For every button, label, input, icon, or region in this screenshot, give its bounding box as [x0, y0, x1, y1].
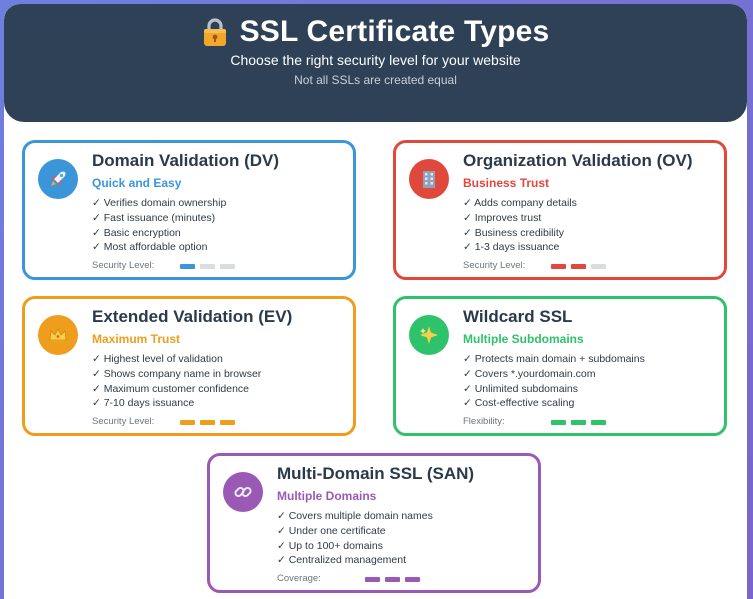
- feature-list: ✓ Covers multiple domain names ✓ Under o…: [277, 509, 433, 568]
- card-domain-validation: Domain Validation (DV) Quick and Easy ✓ …: [22, 140, 356, 280]
- feature-item: ✓ Up to 100+ domains: [277, 539, 383, 552]
- feature-item: ✓ Improves trust: [463, 211, 542, 224]
- meter-segment: [220, 263, 235, 269]
- feature-item: ✓ Protects main domain + subdomains: [463, 353, 645, 365]
- sparkle-icon: [409, 315, 449, 355]
- card-tagline: Quick and Easy: [92, 176, 182, 190]
- lock-icon: [202, 17, 228, 47]
- card-organization-validation: Organization Validation (OV) Business Tr…: [393, 140, 727, 280]
- feature-item: ✓ Cost-effective scaling: [463, 397, 575, 410]
- meter-segment: [200, 419, 215, 425]
- security-meter: Security Level:: [463, 260, 611, 272]
- page-title: SSL Certificate Types: [239, 15, 550, 48]
- card-title: Organization Validation (OV): [463, 151, 693, 170]
- page-frame: SSL Certificate Types Choose the right s…: [4, 4, 747, 599]
- feature-item: ✓ Under one certificate: [277, 524, 386, 537]
- office-building-icon: [409, 159, 449, 199]
- meter-label: Coverage:: [277, 573, 321, 584]
- meter-label: Security Level:: [92, 416, 155, 427]
- feature-list: ✓ Protects main domain + subdomains ✓ Co…: [463, 352, 645, 411]
- card-title: Extended Validation (EV): [92, 307, 293, 326]
- feature-item: ✓ Covers *.yourdomain.com: [463, 367, 596, 380]
- meter-segment: [180, 263, 195, 269]
- feature-item: ✓ Maximum customer confidence: [92, 382, 250, 395]
- meter-segment: [405, 576, 420, 582]
- page-tagline: Not all SSLs are created equal: [294, 73, 457, 87]
- feature-item: ✓ Fast issuance (minutes): [92, 211, 216, 224]
- flexibility-meter: Flexibility:: [463, 416, 611, 428]
- feature-list: ✓ Adds company details ✓ Improves trust …: [463, 196, 577, 255]
- title-row: SSL Certificate Types: [4, 12, 747, 52]
- feature-item: ✓ Shows company name in browser: [92, 367, 262, 380]
- feature-item: ✓ Centralized management: [277, 554, 407, 567]
- card-tagline: Multiple Subdomains: [463, 332, 584, 346]
- card-extended-validation: Extended Validation (EV) Maximum Trust ✓…: [22, 296, 356, 436]
- meter-segment: [200, 263, 215, 269]
- meter-segment: [180, 419, 195, 425]
- coverage-meter: Coverage:: [277, 573, 425, 585]
- card-tagline: Multiple Domains: [277, 489, 377, 503]
- header-banner: SSL Certificate Types Choose the right s…: [4, 4, 747, 122]
- feature-item: ✓ Basic encryption: [92, 226, 181, 239]
- feature-item: ✓ 7-10 days issuance: [92, 397, 195, 410]
- card-wildcard-ssl: Wildcard SSL Multiple Subdomains ✓ Prote…: [393, 296, 727, 436]
- card-title: Domain Validation (DV): [92, 151, 280, 170]
- meter-segment: [220, 419, 235, 425]
- rocket-icon: [38, 159, 78, 199]
- meter-label: Flexibility:: [463, 416, 505, 427]
- feature-item: ✓ Business credibility: [463, 226, 565, 239]
- crown-icon: [38, 315, 78, 355]
- meter-label: Security Level:: [92, 260, 155, 271]
- feature-item: ✓ Highest level of validation: [92, 353, 223, 365]
- security-meter: Security Level:: [92, 260, 240, 272]
- page-subtitle: Choose the right security level for your…: [230, 52, 521, 68]
- feature-item: ✓ Most affordable option: [92, 241, 208, 254]
- card-title: Multi-Domain SSL (SAN): [277, 464, 475, 483]
- card-tagline: Business Trust: [463, 176, 550, 190]
- meter-segment: [571, 419, 586, 425]
- feature-item: ✓ Verifies domain ownership: [92, 197, 227, 209]
- card-tagline: Maximum Trust: [92, 332, 181, 346]
- meter-segment: [571, 263, 586, 269]
- meter-segment: [591, 419, 606, 425]
- feature-item: ✓ Covers multiple domain names: [277, 510, 433, 522]
- meter-segment: [551, 263, 566, 269]
- feature-list: ✓ Highest level of validation ✓ Shows co…: [92, 352, 261, 411]
- link-icon: [223, 472, 263, 512]
- feature-list: ✓ Verifies domain ownership ✓ Fast issua…: [92, 196, 226, 255]
- meter-segment: [365, 576, 380, 582]
- feature-item: ✓ 1-3 days issuance: [463, 241, 560, 254]
- meter-segment: [551, 419, 566, 425]
- meter-label: Security Level:: [463, 260, 526, 271]
- meter-segment: [591, 263, 606, 269]
- feature-item: ✓ Adds company details: [463, 197, 577, 209]
- card-multi-domain-ssl: Multi-Domain SSL (SAN) Multiple Domains …: [207, 453, 541, 593]
- feature-item: ✓ Unlimited subdomains: [463, 382, 579, 395]
- meter-segment: [385, 576, 400, 582]
- security-meter: Security Level:: [92, 416, 240, 428]
- card-title: Wildcard SSL: [463, 307, 573, 326]
